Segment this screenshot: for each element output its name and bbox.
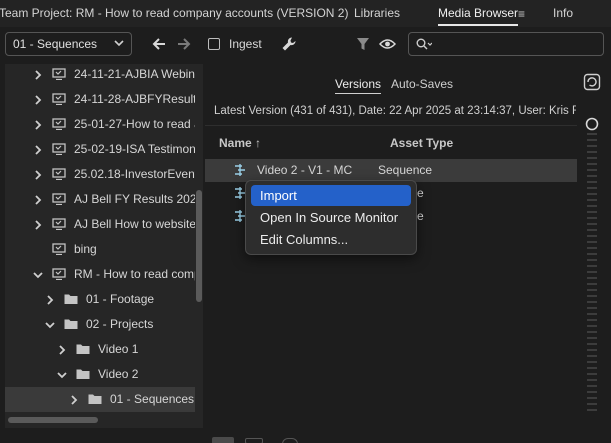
tree-item[interactable]: 02 - Projects xyxy=(5,312,195,337)
context-menu: Import Open In Source Monitor Edit Colum… xyxy=(245,180,417,255)
subtab-auto-saves[interactable]: Auto-Saves xyxy=(391,77,453,91)
chevron-right-icon[interactable] xyxy=(33,195,43,205)
menu-item-open-in-source-monitor[interactable]: Open In Source Monitor xyxy=(251,207,411,228)
tree-horizontal-scrollbar[interactable] xyxy=(8,417,98,423)
menu-item-edit-columns[interactable]: Edit Columns... xyxy=(251,229,411,250)
tab-libraries[interactable]: Libraries xyxy=(354,0,400,27)
panel-menu-icon[interactable]: ≡ xyxy=(518,7,525,21)
zoom-slider[interactable] xyxy=(584,114,600,424)
tree-item[interactable]: 25-01-27-How to read a xyxy=(5,112,195,137)
tab-info[interactable]: Info xyxy=(553,0,573,27)
tree-item-label: Video 2 xyxy=(98,367,139,381)
chevron-down-icon xyxy=(114,40,124,47)
tree-item-label: 25.02.18-InvestorEvents xyxy=(74,167,195,181)
tree-vertical-scrollbar[interactable] xyxy=(196,190,202,302)
chevron-right-icon[interactable] xyxy=(69,395,79,405)
column-header-asset-type[interactable]: Asset Type xyxy=(390,136,453,150)
monitor-icon xyxy=(52,143,66,155)
chevron-down-icon[interactable] xyxy=(57,370,67,380)
search-icon xyxy=(416,38,432,50)
monitor-icon xyxy=(52,168,66,180)
list-view-icon[interactable] xyxy=(212,437,234,443)
tree-item[interactable]: 01 - Sequences xyxy=(5,387,195,412)
wrench-icon[interactable] xyxy=(281,36,297,52)
tree-item[interactable]: 25.02.18-InvestorEvents xyxy=(5,162,195,187)
forward-arrow-icon[interactable] xyxy=(177,37,191,51)
location-dropdown[interactable]: 01 - Sequences xyxy=(5,32,132,56)
media-browser-toolbar: 01 - Sequences Ingest xyxy=(0,27,611,63)
monitor-icon xyxy=(52,68,66,80)
folder-icon xyxy=(76,344,90,354)
bottom-bar xyxy=(0,428,611,443)
folder-icon xyxy=(64,294,78,304)
chevron-down-icon[interactable] xyxy=(33,270,43,280)
row-asset-type: Sequence xyxy=(378,163,433,177)
tree-item-label: 25-01-27-How to read a xyxy=(74,117,195,131)
tree-item[interactable]: bing xyxy=(5,237,195,262)
tree-item[interactable]: Video 1 xyxy=(5,337,195,362)
location-dropdown-label: 01 - Sequences xyxy=(13,37,98,51)
tree-item[interactable]: RM - How to read company xyxy=(5,262,195,287)
tree-item[interactable]: AJ Bell How to website xyxy=(5,212,195,237)
chevron-right-icon[interactable] xyxy=(33,145,43,155)
monitor-icon xyxy=(52,268,66,280)
filter-icon[interactable] xyxy=(356,37,370,52)
folder-tree-panel: 24-11-21-AJBIA Webinar 24-11-28-AJBFYResu… xyxy=(5,64,203,428)
eye-icon[interactable] xyxy=(379,38,396,50)
chevron-right-icon[interactable] xyxy=(33,70,43,80)
tree-item-label: AJ Bell FY Results 2024 xyxy=(74,192,195,206)
row-name: Video 2 - V1 - MC xyxy=(257,163,353,177)
tree-item-label: 24-11-21-AJBIA Webinar xyxy=(74,67,195,81)
monitor-icon xyxy=(52,243,66,255)
refresh-list-icon[interactable] xyxy=(583,73,601,91)
subtab-versions[interactable]: Versions xyxy=(335,77,382,94)
tab-team-project[interactable]: Team Project: RM - How to read company a… xyxy=(0,0,348,27)
icon-view-icon[interactable] xyxy=(245,438,263,443)
chevron-right-icon[interactable] xyxy=(33,220,43,230)
ingest-label: Ingest xyxy=(229,37,262,51)
tree-item[interactable]: 24-11-21-AJBIA Webinar xyxy=(5,64,195,87)
tree-item-label: Video 1 xyxy=(98,342,139,356)
chevron-right-icon[interactable] xyxy=(45,295,55,305)
menu-item-import[interactable]: Import xyxy=(251,185,411,206)
tree-item-label: 01 - Footage xyxy=(86,292,155,306)
ingest-checkbox[interactable] xyxy=(208,38,220,50)
tree-item[interactable]: 01 - Footage xyxy=(5,287,195,312)
tree-item[interactable]: 25-02-19-ISA Testimonials xyxy=(5,137,195,162)
tree-item-label: 01 - Sequences xyxy=(110,392,195,406)
tree-item-label: bing xyxy=(74,242,97,256)
monitor-icon xyxy=(52,93,66,105)
table-row[interactable]: Video 2 - V1 - MC Sequence xyxy=(205,159,577,182)
column-header-name[interactable]: Name ↑ xyxy=(219,136,261,150)
tree-item-label: 25-02-19-ISA Testimonials xyxy=(74,142,195,156)
tree-item-label: 24-11-28-AJBFYResults xyxy=(74,92,195,106)
search-input[interactable] xyxy=(408,32,604,56)
chevron-right-icon[interactable] xyxy=(57,345,67,355)
monitor-icon xyxy=(52,118,66,130)
tab-media-browser[interactable]: Media Browser xyxy=(438,0,519,27)
thumbnail-size-column xyxy=(580,64,610,428)
chevron-right-icon[interactable] xyxy=(33,170,43,180)
panel-tab-bar: Team Project: RM - How to read company a… xyxy=(0,0,611,27)
tree-item-label: AJ Bell How to website xyxy=(74,217,195,231)
folder-icon xyxy=(64,319,78,329)
chevron-right-icon[interactable] xyxy=(33,120,43,130)
chevron-right-icon[interactable] xyxy=(33,95,43,105)
chevron-down-icon[interactable] xyxy=(45,320,55,330)
tree-item-label: RM - How to read company xyxy=(74,267,195,281)
header-divider xyxy=(205,125,577,126)
folder-icon xyxy=(88,394,102,404)
tree-item[interactable]: AJ Bell FY Results 2024 xyxy=(5,187,195,212)
tree-item-label: 02 - Projects xyxy=(86,317,154,331)
version-info-text: Latest Version (431 of 431), Date: 22 Ap… xyxy=(214,105,576,117)
folder-icon xyxy=(76,369,90,379)
back-arrow-icon[interactable] xyxy=(152,37,166,51)
tree-item[interactable]: 24-11-28-AJBFYResults xyxy=(5,87,195,112)
tree-item[interactable]: Video 2 xyxy=(5,362,195,387)
zoom-icon[interactable] xyxy=(282,438,298,443)
monitor-icon xyxy=(52,218,66,230)
monitor-icon xyxy=(52,193,66,205)
sequence-icon xyxy=(235,164,245,176)
